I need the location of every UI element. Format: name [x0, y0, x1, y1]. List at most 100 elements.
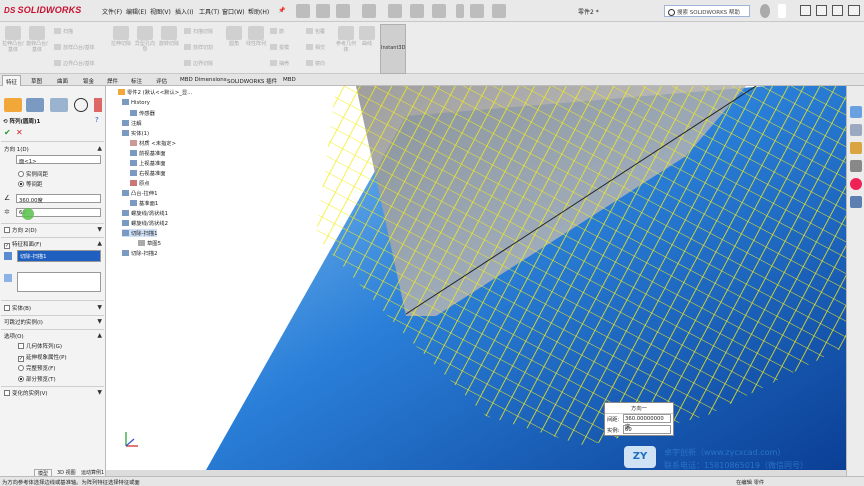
- features-and-faces-header[interactable]: ✓ 特征和面(F): [4, 240, 41, 249]
- tree-item-helix2[interactable]: 螺旋线/涡状线2: [122, 219, 168, 227]
- revolve-boss-button[interactable]: 旋转凸台/基体: [26, 26, 48, 53]
- bodies-header[interactable]: 实体(B): [4, 304, 31, 312]
- tree-item-right-plane[interactable]: 右视基准面: [130, 169, 166, 177]
- tree-item-history[interactable]: History: [122, 99, 150, 106]
- instant3d-button[interactable]: Instant3D: [380, 24, 406, 74]
- fillet-button[interactable]: 圆角: [224, 26, 244, 47]
- boundary-cut-button[interactable]: 边界切除: [184, 60, 213, 67]
- configuration-manager-tab-icon[interactable]: [50, 98, 68, 112]
- new-document-icon[interactable]: [316, 4, 330, 18]
- faces-list[interactable]: [17, 272, 101, 292]
- hole-wizard-button[interactable]: 异型孔向导: [134, 26, 156, 53]
- solidworks-logo[interactable]: DS SOLIDWORKS: [4, 5, 82, 15]
- extrude-boss-button[interactable]: 拉伸凸台/基体: [2, 26, 24, 53]
- geometry-pattern-checkbox[interactable]: 几何体阵列(G): [18, 342, 62, 350]
- tree-root[interactable]: 零件2 (默认<<默认>_显...: [118, 88, 192, 96]
- equal-spacing-radio[interactable]: 等间距: [18, 180, 43, 188]
- tree-item-cut-sweep2[interactable]: 切除-扫描2: [122, 249, 157, 257]
- swept-cut-button[interactable]: 扫描切除: [184, 28, 213, 35]
- vary-instances-header[interactable]: 变化的实例(V): [4, 389, 48, 397]
- expand-vary-icon[interactable]: ▼: [97, 389, 102, 396]
- menu-tools[interactable]: 工具(T): [199, 7, 219, 16]
- design-library-icon[interactable]: [850, 124, 862, 136]
- features-list[interactable]: 切除-扫描1: [17, 250, 101, 262]
- file-properties-icon[interactable]: [470, 4, 484, 18]
- save-icon[interactable]: [362, 4, 376, 18]
- skip-instances-header[interactable]: 可跳过的实例(I): [4, 318, 43, 326]
- loft-boss-button[interactable]: 放样凸台/基体: [54, 44, 95, 51]
- rib-button[interactable]: 筋: [270, 28, 284, 35]
- dimxpert-tab-icon[interactable]: [74, 98, 88, 112]
- tab-motion-study[interactable]: 运动算例1: [78, 469, 107, 476]
- menu-help[interactable]: 帮助(H): [248, 7, 269, 16]
- boundary-boss-button[interactable]: 边界凸台/基体: [54, 60, 95, 67]
- tab-evaluate[interactable]: 评估: [153, 75, 170, 86]
- tree-item-material[interactable]: 材质 <未指定>: [130, 139, 176, 147]
- callout-spacing-input[interactable]: 360.00000000度: [623, 414, 671, 430]
- menu-view[interactable]: 视图(V): [150, 7, 171, 16]
- display-manager-tab-icon[interactable]: [94, 98, 102, 112]
- tab-3d-views[interactable]: 3D 视图: [54, 469, 79, 476]
- open-folder-icon[interactable]: [336, 4, 350, 18]
- print-icon[interactable]: [388, 4, 402, 18]
- ok-checkmark-icon[interactable]: ✔: [4, 128, 11, 137]
- full-preview-radio[interactable]: 完整预览(F): [18, 364, 55, 372]
- undo-icon[interactable]: [410, 4, 424, 18]
- tree-item-sketch5[interactable]: 草图5: [138, 239, 161, 247]
- shell-button[interactable]: 抽壳: [270, 60, 289, 67]
- collapse-options-icon[interactable]: ▲: [97, 332, 102, 339]
- solidworks-resources-icon[interactable]: [850, 106, 862, 118]
- draft-button[interactable]: 拔模: [270, 44, 289, 51]
- tree-item-plane1[interactable]: 基准面1: [130, 199, 158, 207]
- expand-skip-icon[interactable]: ▼: [97, 318, 102, 325]
- propagate-visual-checkbox[interactable]: ✓ 延伸视象属性(P): [18, 353, 67, 362]
- graphics-area[interactable]: [106, 86, 846, 470]
- tree-item-front-plane[interactable]: 前视基准面: [130, 149, 166, 157]
- tree-item-top-plane[interactable]: 上视基准面: [130, 159, 166, 167]
- heads-up-toolbar[interactable]: [396, 86, 556, 98]
- tab-weldments[interactable]: 焊件: [104, 75, 121, 86]
- angle-input[interactable]: 360.00度: [16, 194, 101, 204]
- cancel-x-icon[interactable]: ✕: [16, 128, 23, 137]
- sweep-button[interactable]: 扫描: [54, 28, 73, 35]
- wrap-button[interactable]: 包覆: [306, 28, 325, 35]
- maximize-button[interactable]: [832, 5, 843, 16]
- menu-window[interactable]: 窗口(W): [222, 7, 245, 16]
- curves-button[interactable]: 曲线: [358, 26, 376, 47]
- tree-item-boss-extrude[interactable]: 凸台-拉伸1: [122, 189, 157, 197]
- tab-mbd-dimensions[interactable]: MBD Dimensions: [177, 75, 230, 86]
- file-explorer-icon[interactable]: [850, 142, 862, 154]
- tab-solidworks-addins[interactable]: SOLIDWORKS 插件: [224, 75, 280, 86]
- collapse-features-icon[interactable]: ▲: [97, 240, 102, 247]
- tab-sheet-metal[interactable]: 钣金: [80, 75, 97, 86]
- tab-markup[interactable]: 标注: [128, 75, 145, 86]
- tab-surfaces[interactable]: 曲面: [54, 75, 71, 86]
- options-header[interactable]: 选项(O): [4, 332, 24, 340]
- user-icon[interactable]: [760, 4, 770, 18]
- tab-features[interactable]: 特征: [2, 75, 22, 86]
- tree-item-origin[interactable]: 原点: [130, 179, 150, 187]
- intersect-button[interactable]: 相交: [306, 44, 325, 51]
- extrude-cut-button[interactable]: 拉伸切除: [110, 26, 132, 47]
- partial-preview-radio[interactable]: 部分预览(T): [18, 375, 56, 383]
- help-search-input[interactable]: 搜索 SOLIDWORKS 帮助: [664, 5, 750, 17]
- instance-spacing-radio[interactable]: 实例间距: [18, 170, 48, 178]
- home-icon[interactable]: [296, 4, 310, 18]
- close-button[interactable]: [848, 5, 860, 16]
- rebuild-icon[interactable]: [456, 4, 464, 18]
- menu-file[interactable]: 文件(F): [102, 7, 122, 16]
- tree-item-sensors[interactable]: 传感器: [130, 109, 155, 117]
- tab-mbd[interactable]: MBD: [280, 75, 299, 86]
- appearances-icon[interactable]: [850, 178, 862, 190]
- pattern-axis-field[interactable]: 面<1>: [16, 155, 101, 165]
- minimize-button[interactable]: [800, 5, 811, 16]
- tree-item-cut-sweep1[interactable]: 切除-扫描1: [122, 229, 158, 237]
- feature-list-item[interactable]: 切除-扫描1: [18, 251, 100, 261]
- select-arrow-icon[interactable]: [432, 4, 446, 18]
- tree-item-annotations[interactable]: 注解: [122, 119, 142, 127]
- view-palette-icon[interactable]: [850, 160, 862, 172]
- revolve-cut-button[interactable]: 旋转切除: [158, 26, 180, 47]
- help-question-icon[interactable]: ?: [95, 116, 99, 124]
- direction2-header[interactable]: 方向 2(D): [4, 226, 37, 234]
- pin-icon[interactable]: 📌: [278, 7, 285, 14]
